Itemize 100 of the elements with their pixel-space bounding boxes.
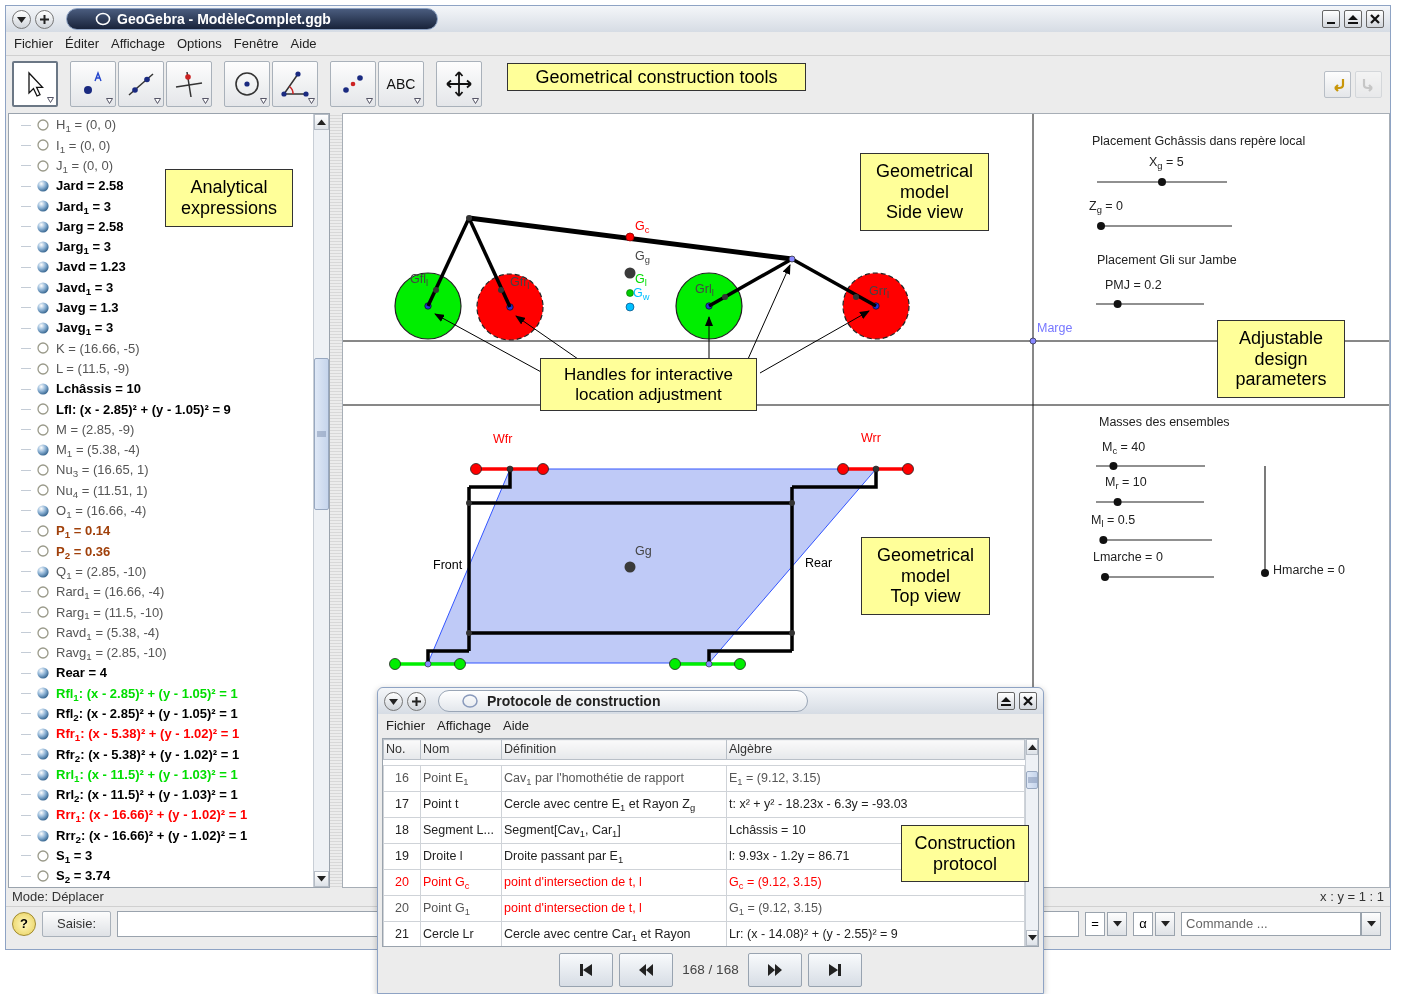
algebra-entry[interactable]: Jarg = 2.58 — [56, 216, 124, 237]
algebra-entry[interactable]: Rarg$_{1}$ = (11.5, -10) — [56, 602, 164, 622]
menu-item[interactable]: Fichier — [380, 716, 431, 736]
slider-track[interactable] — [1095, 300, 1205, 308]
input-button[interactable]: Saisie: — [42, 910, 112, 937]
undo-button[interactable] — [1324, 70, 1351, 98]
menu-item[interactable]: Affichage — [105, 33, 171, 54]
tool-button[interactable] — [166, 61, 212, 107]
algebra-entry[interactable]: Rrr$_{1}$: (x - 16.66)² + (y - 1.02)² = 1 — [56, 805, 248, 825]
first-button[interactable] — [559, 953, 614, 987]
undock-button[interactable] — [997, 692, 1015, 710]
previous-button[interactable] — [619, 953, 674, 987]
dropdown-button[interactable] — [1107, 911, 1128, 936]
close-button[interactable] — [1366, 10, 1384, 28]
menu-item[interactable]: Éditer — [59, 33, 105, 54]
algebra-entry[interactable]: S$_{2}$ = 3.74 — [56, 866, 111, 886]
slider-thumb[interactable] — [1097, 222, 1105, 230]
algebra-entry[interactable]: Javd = 1.23 — [56, 257, 126, 277]
algebra-entry[interactable]: Q$_{1}$ = (2.85, -10) — [56, 561, 147, 582]
algebra-entry[interactable]: Nu$_{4}$ = (11.51, 1) — [56, 480, 148, 501]
slider-thumb[interactable] — [1158, 178, 1166, 186]
algebra-entry[interactable]: Rfl$_{2}$: (x - 2.85)² + (y - 1.05)² = 1 — [56, 704, 238, 724]
algebra-entry[interactable]: Jard$_{1}$ = 3 — [56, 196, 111, 217]
symbol-dropdown[interactable]: α — [1133, 911, 1154, 936]
slider-thumb[interactable] — [1261, 569, 1269, 577]
algebra-entry[interactable]: J$_{1}$ = (0, 0) — [56, 156, 114, 176]
algebra-entry[interactable]: Nu$_{3}$ = (16.65, 1) — [56, 460, 149, 480]
tool-button[interactable] — [436, 61, 482, 107]
menu-item[interactable]: Fenêtre — [227, 33, 285, 54]
algebra-entry[interactable]: Javg$_{1}$ = 3 — [56, 318, 114, 338]
maximize-button[interactable] — [1344, 10, 1362, 28]
scroll-thumb[interactable] — [314, 358, 329, 510]
slider-track[interactable] — [1096, 178, 1228, 186]
tool-button[interactable] — [224, 61, 270, 107]
algebra-entry[interactable]: M$_{1}$ = (5.38, -4) — [56, 440, 140, 460]
menu-item[interactable]: Aide — [284, 33, 323, 54]
dropdown-button[interactable] — [1155, 911, 1176, 936]
algebra-entry[interactable]: Rfr$_{1}$: (x - 5.38)² + (y - 1.02)² = 1 — [56, 724, 240, 744]
algebra-entry[interactable]: Lchâssis = 10 — [56, 379, 141, 399]
help-button[interactable]: ? — [12, 911, 36, 936]
scroll-down-button[interactable] — [314, 871, 329, 887]
column-header[interactable]: Nom — [420, 739, 502, 760]
add-button[interactable] — [35, 9, 54, 29]
tool-button[interactable] — [272, 61, 318, 107]
scroll-down-button[interactable] — [1026, 930, 1038, 946]
splitter-handle[interactable] — [330, 113, 342, 888]
add-button[interactable] — [407, 691, 426, 711]
algebra-entry[interactable]: H$_{1}$ = (0, 0) — [56, 115, 116, 135]
algebra-entry[interactable]: S$_{1}$ = 3 — [56, 846, 93, 866]
slider-track[interactable] — [1101, 573, 1215, 581]
column-header[interactable]: No. — [383, 739, 421, 760]
algebra-entry[interactable]: Rrr$_{2}$: (x - 16.66)² + (y - 1.02)² = 1 — [56, 825, 248, 846]
scroll-thumb[interactable] — [1026, 771, 1038, 789]
minimize-button[interactable] — [1322, 10, 1340, 28]
algebra-entry[interactable]: M = (2.85, -9) — [56, 419, 135, 440]
slider-thumb[interactable] — [1113, 300, 1122, 308]
tool-button[interactable]: ABC — [378, 61, 424, 107]
algebra-entry[interactable]: K = (16.66, -5) — [56, 338, 140, 359]
tool-button[interactable] — [330, 61, 376, 107]
slider-thumb[interactable] — [1109, 462, 1118, 470]
tool-button[interactable] — [118, 61, 164, 107]
algebra-entry[interactable]: Jard = 2.58 — [56, 176, 124, 196]
slider-thumb[interactable] — [1099, 536, 1108, 544]
slider-track[interactable] — [1099, 536, 1213, 544]
symbol-dropdown[interactable]: = — [1085, 911, 1106, 936]
algebra-entry[interactable]: Javg = 1.3 — [56, 298, 119, 318]
algebra-entry[interactable]: Rard$_{1}$ = (16.66, -4) — [56, 582, 165, 602]
slider-track[interactable] — [1095, 498, 1205, 506]
algebra-entry[interactable]: P$_{2}$ = 0.36 — [56, 541, 111, 562]
algebra-entry[interactable]: I$_{1}$ = (0, 0) — [56, 135, 111, 156]
menu-item[interactable]: Options — [170, 33, 228, 54]
tool-button[interactable] — [70, 61, 116, 107]
window-menu-button[interactable] — [12, 9, 31, 29]
slider-track[interactable] — [1261, 465, 1269, 577]
algebra-entry[interactable]: Lfl: (x - 2.85)² + (y - 1.05)² = 9 — [56, 399, 231, 420]
algebra-entry[interactable]: Javd$_{1}$ = 3 — [56, 277, 114, 298]
scroll-up-button[interactable] — [314, 114, 329, 130]
algebra-entry[interactable]: O$_{1}$ = (16.66, -4) — [56, 501, 147, 521]
algebra-entry[interactable]: L = (11.5, -9) — [56, 358, 130, 379]
algebra-entry[interactable]: Ravg$_{1}$ = (2.85, -10) — [56, 643, 167, 663]
last-button[interactable] — [807, 953, 862, 987]
window-menu-button[interactable] — [384, 691, 403, 711]
close-button[interactable] — [1019, 692, 1037, 710]
menu-item[interactable]: Affichage — [431, 716, 497, 736]
tool-button[interactable] — [12, 61, 58, 107]
menu-item[interactable]: Aide — [497, 716, 535, 736]
algebra-entry[interactable]: Rear = 4 — [56, 663, 107, 683]
scroll-up-button[interactable] — [1026, 739, 1038, 755]
algebra-entry[interactable]: Ravd$_{1}$ = (5.38, -4) — [56, 622, 160, 643]
algebra-entry[interactable]: Jarg$_{1}$ = 3 — [56, 237, 111, 257]
algebra-entry[interactable]: Rfr$_{2}$: (x - 5.38)² + (y - 1.02)² = 1 — [56, 744, 240, 765]
dropdown-button[interactable] — [1361, 911, 1382, 936]
command-field[interactable]: Commande ... — [1181, 911, 1362, 936]
column-header[interactable]: Définition — [501, 739, 727, 760]
slider-thumb[interactable] — [1101, 573, 1109, 581]
slider-thumb[interactable] — [1113, 498, 1122, 506]
algebra-entry[interactable]: Rrl$_{2}$: (x - 11.5)² + (y - 1.03)² = 1 — [56, 785, 238, 805]
next-button[interactable] — [747, 953, 802, 987]
column-header[interactable]: Algèbre — [726, 739, 1025, 760]
slider-track[interactable] — [1095, 462, 1206, 470]
